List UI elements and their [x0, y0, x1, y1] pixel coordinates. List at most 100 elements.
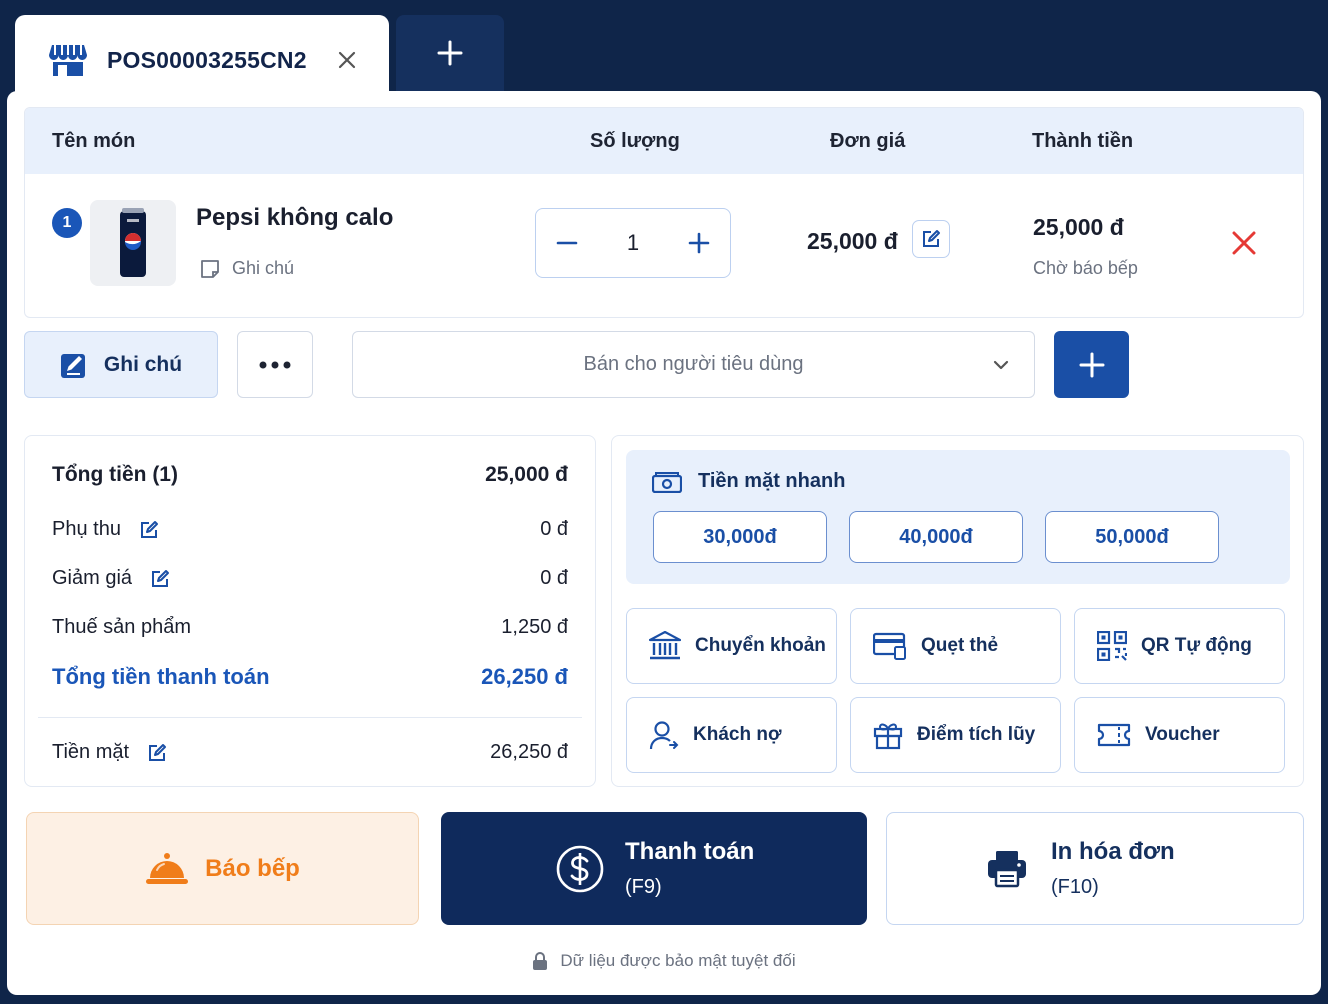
subtotal-label: Tổng tiền (1) [52, 463, 178, 486]
summary-cash: Tiền mặt 26,250 đ [52, 741, 568, 764]
customer-debt-label: Khách nợ [693, 724, 782, 745]
minus-icon[interactable] [556, 232, 578, 254]
credit-card-icon [873, 632, 906, 660]
order-note-button[interactable]: Ghi chú [24, 331, 218, 398]
qr-auto-button[interactable]: QR Tự động [1074, 608, 1285, 684]
cash-icon [652, 471, 682, 493]
summary-subtotal: Tổng tiền (1) 25,000 đ [52, 463, 568, 487]
quantity-value[interactable]: 1 [627, 230, 639, 256]
qr-auto-label: QR Tự động [1141, 635, 1252, 656]
edit-cash-icon[interactable] [147, 743, 167, 763]
add-customer-button[interactable] [1054, 331, 1129, 398]
remove-item-icon[interactable] [1231, 230, 1257, 256]
discount-value: 0 đ [540, 567, 568, 589]
print-invoice-label: In hóa đơn [1051, 838, 1175, 865]
card-swipe-label: Quẹt thẻ [921, 635, 999, 656]
order-note-label: Ghi chú [103, 352, 183, 376]
printer-icon [988, 850, 1026, 887]
tax-label: Thuế sản phẩm [52, 616, 191, 638]
summary-tax: Thuế sản phẩm 1,250 đ [52, 616, 568, 639]
security-footer-text: Dữ liệu được bảo mật tuyệt đối [560, 951, 796, 970]
bank-icon [649, 631, 681, 660]
quick-cash-30000-button[interactable]: 30,000đ [653, 511, 827, 563]
checkout-shortcut: (F9) [625, 876, 662, 898]
note-edit-icon [60, 353, 85, 378]
unit-price: 25,000 đ [807, 228, 898, 254]
kitchen-notify-button[interactable]: Báo bếp [26, 812, 419, 925]
security-footer: Dữ liệu được bảo mật tuyệt đối [7, 951, 1321, 971]
item-note-link[interactable]: Ghi chú [200, 258, 294, 279]
bank-transfer-label: Chuyển khoản [695, 635, 826, 656]
plus-icon [1079, 352, 1104, 377]
grand-total-value: 26,250 đ [481, 664, 568, 689]
item-note-label: Ghi chú [232, 258, 295, 278]
edit-price-button[interactable] [912, 220, 950, 258]
plus-icon [437, 40, 463, 66]
summary-discount: Giảm giá 0 đ [52, 567, 568, 590]
order-panel: Tên món Số lượng Đơn giá Thành tiền 1 Pe… [7, 91, 1321, 995]
cash-value: 26,250 đ [490, 741, 568, 763]
customer-select[interactable]: Bán cho người tiêu dùng [352, 331, 1035, 398]
grand-total-label: Tổng tiền thanh toán [52, 664, 270, 689]
more-options-button[interactable] [237, 331, 313, 398]
table-row: 1 Pepsi không calo Ghi chú 1 25,000 đ 25… [25, 174, 1303, 317]
store-icon [49, 45, 87, 76]
order-tab-title: POS00003255CN2 [107, 46, 307, 73]
subtotal-value: 25,000 đ [485, 463, 568, 486]
order-table: Tên món Số lượng Đơn giá Thành tiền 1 Pe… [24, 107, 1304, 318]
edit-discount-icon[interactable] [150, 569, 170, 589]
quick-cash-50000-button[interactable]: 50,000đ [1045, 511, 1219, 563]
checkout-button[interactable]: Thanh toán (F9) [441, 812, 867, 925]
col-price-header: Đơn giá [830, 130, 906, 152]
quick-cash-label: Tiền mặt nhanh [698, 470, 846, 492]
card-swipe-button[interactable]: Quẹt thẻ [850, 608, 1061, 684]
order-summary: Tổng tiền (1) 25,000 đ Phụ thu 0 đ Giảm … [24, 435, 596, 787]
print-invoice-shortcut: (F10) [1051, 876, 1099, 898]
line-total: 25,000 đ [1033, 214, 1124, 240]
summary-grand-total: Tổng tiền thanh toán 26,250 đ [52, 664, 568, 690]
plus-icon[interactable] [688, 232, 710, 254]
quantity-stepper: 1 [535, 208, 731, 278]
loyalty-points-button[interactable]: Điểm tích lũy [850, 697, 1061, 773]
voucher-button[interactable]: Voucher [1074, 697, 1285, 773]
loyalty-points-label: Điểm tích lũy [917, 724, 1036, 745]
chevron-down-icon [993, 360, 1009, 370]
kitchen-status: Chờ báo bếp [1033, 258, 1138, 278]
bank-transfer-button[interactable]: Chuyển khoản [626, 608, 837, 684]
pepsi-can-icon [120, 208, 146, 277]
col-total-header: Thành tiền [1032, 130, 1134, 152]
surcharge-value: 0 đ [540, 518, 568, 540]
product-image [90, 200, 176, 286]
item-index-badge: 1 [52, 208, 82, 238]
print-invoice-button[interactable]: In hóa đơn (F10) [886, 812, 1304, 925]
quick-cash-section: Tiền mặt nhanh 30,000đ 40,000đ 50,000đ [626, 450, 1290, 584]
kitchen-notify-label: Báo bếp [205, 854, 300, 882]
surcharge-label: Phụ thu [52, 518, 121, 540]
quick-cash-title: Tiền mặt nhanh [652, 470, 845, 493]
qr-code-icon [1097, 631, 1127, 661]
customer-select-value: Bán cho người tiêu dùng [583, 353, 804, 375]
item-name: Pepsi không calo [196, 204, 394, 231]
table-header: Tên món Số lượng Đơn giá Thành tiền [25, 108, 1303, 174]
voucher-label: Voucher [1145, 724, 1220, 745]
checkout-label: Thanh toán [625, 838, 755, 865]
add-tab-button[interactable] [396, 15, 504, 91]
summary-surcharge: Phụ thu 0 đ [52, 518, 568, 541]
ticket-icon [1097, 723, 1131, 747]
customer-debt-button[interactable]: Khách nợ [626, 697, 837, 773]
summary-divider [38, 717, 582, 718]
edit-surcharge-icon[interactable] [139, 520, 159, 540]
quick-cash-40000-button[interactable]: 40,000đ [849, 511, 1023, 563]
more-dots-icon [259, 361, 291, 368]
close-tab-icon[interactable] [337, 50, 357, 70]
tax-value: 1,250 đ [501, 616, 568, 638]
gift-icon [873, 723, 903, 750]
edit-icon [923, 230, 940, 247]
service-bell-icon [146, 852, 189, 884]
cash-label: Tiền mặt [52, 741, 130, 763]
col-qty-header: Số lượng [590, 130, 680, 152]
dollar-circle-icon [556, 845, 604, 892]
lock-icon [533, 952, 548, 970]
payment-panel: Tiền mặt nhanh 30,000đ 40,000đ 50,000đ C… [611, 435, 1304, 787]
user-icon [649, 721, 679, 750]
